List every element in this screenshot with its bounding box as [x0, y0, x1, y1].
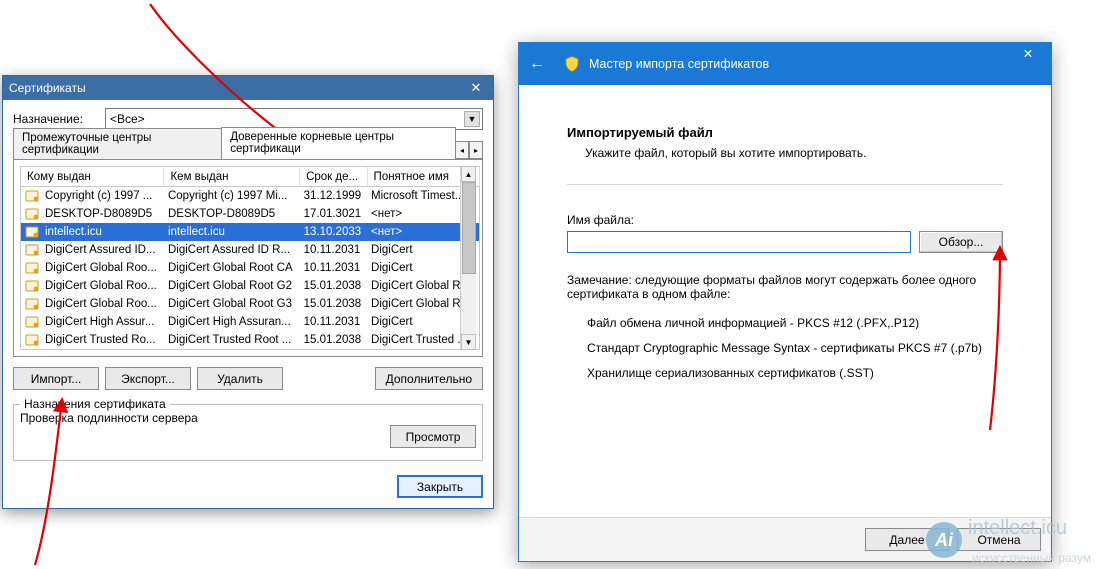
tab-trusted-root-ca[interactable]: Доверенные корневые центры сертификаци	[221, 127, 456, 159]
certificate-icon	[25, 315, 41, 329]
col-expires[interactable]: Срок де...	[300, 167, 367, 187]
certificate-icon	[25, 333, 41, 347]
purpose-label: Назначение:	[13, 112, 105, 126]
certificate-icon	[25, 207, 41, 221]
back-arrow-icon[interactable]: ←	[529, 55, 545, 73]
certificate-icon	[25, 225, 41, 239]
formats-note: Замечание: следующие форматы файлов могу…	[567, 273, 1003, 301]
certificate-icon	[25, 297, 41, 311]
filename-input[interactable]	[567, 231, 911, 253]
table-row[interactable]: DigiCert Assured ID...DigiCert Assured I…	[21, 241, 480, 259]
filename-label: Имя файла:	[567, 213, 1003, 227]
close-icon[interactable]: ✕	[465, 79, 487, 97]
next-button[interactable]: Далее	[865, 528, 949, 551]
shield-icon	[563, 55, 581, 73]
table-row[interactable]: DigiCert Global Roo...DigiCert Global Ro…	[21, 259, 480, 277]
certificates-title: Сертификаты	[9, 81, 86, 95]
wizard-header[interactable]: ← Мастер импорта сертификатов ✕	[519, 43, 1051, 85]
purpose-value: <Все>	[110, 112, 145, 126]
tab-scroll-right-icon[interactable]: ▸	[469, 141, 483, 159]
scroll-up-icon[interactable]: ▲	[461, 166, 476, 182]
scroll-thumb[interactable]	[462, 182, 476, 274]
tab-intermediate-ca[interactable]: Промежуточные центры сертификации	[13, 128, 222, 159]
chevron-down-icon[interactable]: ▼	[464, 111, 480, 127]
table-row[interactable]: DigiCert Trusted Ro...DigiCert Trusted R…	[21, 331, 480, 350]
certificate-icon	[25, 189, 41, 203]
wizard-heading: Импортируемый файл	[567, 125, 1003, 140]
certificate-list[interactable]: Кому выдан Кем выдан Срок де... Понятное…	[20, 166, 480, 350]
col-issued-to[interactable]: Кому выдан	[21, 167, 164, 187]
cert-purposes-group-title: Назначения сертификата	[20, 397, 170, 411]
browse-button[interactable]: Обзор...	[919, 231, 1003, 253]
wizard-close-icon[interactable]: ✕	[1005, 43, 1051, 63]
import-wizard-dialog: ← Мастер импорта сертификатов ✕ Импортир…	[518, 42, 1052, 562]
col-issued-by[interactable]: Кем выдан	[164, 167, 300, 187]
table-row[interactable]: DigiCert Global Roo...DigiCert Global Ro…	[21, 277, 480, 295]
table-row[interactable]: DigiCert Global Roo...DigiCert Global Ro…	[21, 295, 480, 313]
table-row[interactable]: DigiCert High Assur...DigiCert High Assu…	[21, 313, 480, 331]
wizard-subtitle: Укажите файл, который вы хотите импортир…	[585, 146, 1003, 160]
import-button[interactable]: Импорт...	[13, 367, 99, 390]
advanced-button[interactable]: Дополнительно	[375, 367, 483, 390]
table-row[interactable]: DESKTOP-D8089D5DESKTOP-D8089D517.01.3021…	[21, 205, 480, 223]
table-row[interactable]: intellect.icuintellect.icu13.10.2033<нет…	[21, 223, 480, 241]
certificate-icon	[25, 261, 41, 275]
tabs: Промежуточные центры сертификации Довере…	[13, 136, 483, 160]
certificate-icon	[25, 279, 41, 293]
certificate-icon	[25, 243, 41, 257]
list-scrollbar[interactable]: ▲ ▼	[460, 166, 476, 350]
export-button[interactable]: Экспорт...	[105, 367, 191, 390]
table-row[interactable]: Copyright (c) 1997 ...Copyright (c) 1997…	[21, 187, 480, 206]
format-line: Стандарт Cryptographic Message Syntax - …	[587, 336, 1003, 361]
certificates-titlebar[interactable]: Сертификаты ✕	[3, 76, 493, 100]
close-button[interactable]: Закрыть	[397, 475, 483, 498]
view-button[interactable]: Просмотр	[390, 425, 476, 448]
scroll-down-icon[interactable]: ▼	[461, 334, 476, 350]
format-line: Хранилище сериализованных сертификатов (…	[587, 361, 1003, 386]
remove-button[interactable]: Удалить	[197, 367, 283, 390]
wizard-title: Мастер импорта сертификатов	[589, 57, 769, 71]
format-line: Файл обмена личной информацией - PKCS #1…	[587, 311, 1003, 336]
cancel-button[interactable]: Отмена	[957, 528, 1041, 551]
certificates-dialog: Сертификаты ✕ Назначение: <Все> ▼ Промеж…	[2, 75, 494, 509]
cert-purposes-text: Проверка подлинности сервера	[20, 411, 476, 425]
tab-scroll-left-icon[interactable]: ◂	[455, 141, 469, 159]
